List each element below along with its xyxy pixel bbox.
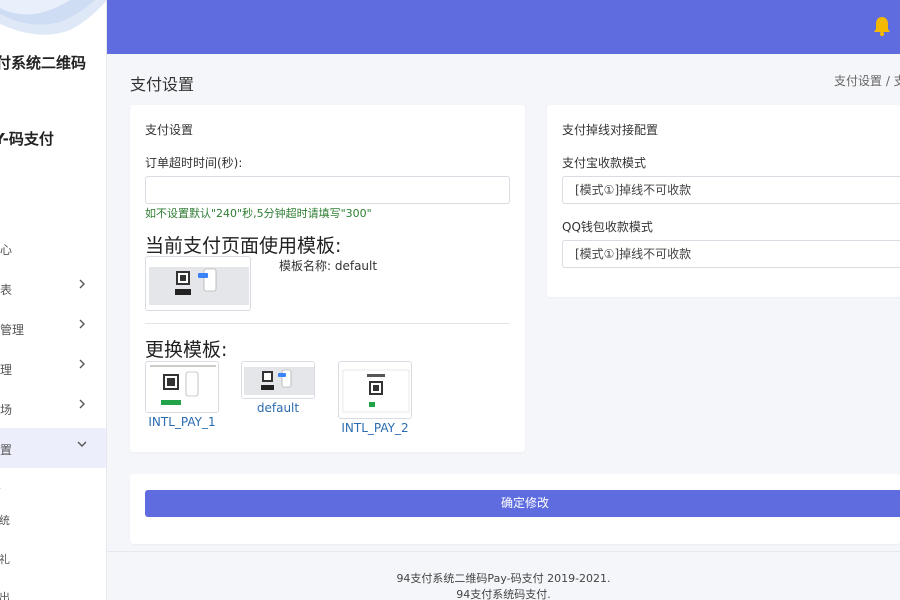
sidebar-subitem-label: 有礼: [0, 553, 10, 566]
change-template-heading: 更换模板:: [145, 339, 228, 361]
current-template-heading: 当前支付页面使用模板:: [145, 235, 342, 257]
footer-subline: 94支付系统码支付.: [456, 588, 551, 600]
alipay-mode-select[interactable]: [模式①]掉线不可收款: [562, 176, 900, 204]
template-thumb-default[interactable]: [241, 361, 315, 399]
pay-offline-config-card: 支付掉线对接配置 支付宝收款模式 [模式①]掉线不可收款 QQ钱包收款模式 [模…: [547, 105, 900, 297]
sidebar-item-label: 设置: [0, 443, 13, 457]
alipay-mode-label: 支付宝收款模式: [562, 156, 647, 170]
chevron-right-icon: [79, 359, 85, 369]
sidebar-subitem-label: 退出: [0, 591, 10, 600]
sidebar-subitem-label: 置: [0, 476, 1, 492]
timeout-input[interactable]: [145, 176, 510, 204]
confirm-button[interactable]: 确定修改: [145, 490, 900, 517]
footer-copyright: 94支付系统二维码Pay-码支付 2019-2021.: [396, 572, 611, 585]
sidebar-item-label: 管理: [0, 363, 13, 377]
card-title: 支付掉线对接配置: [562, 123, 659, 137]
template-label[interactable]: INTL_PAY_1: [145, 415, 219, 429]
sidebar-item-label: 列表: [0, 283, 13, 297]
qq-wallet-mode-label: QQ钱包收款模式: [562, 220, 653, 234]
current-template-preview: [145, 256, 251, 311]
sidebar-item-settings[interactable]: 设置: [0, 428, 106, 468]
chevron-right-icon: [79, 319, 85, 329]
sidebar-item-label: 中心: [0, 243, 13, 257]
sidebar-item-label: 码管理: [0, 323, 25, 337]
brand-title: 付系统二维码: [0, 54, 87, 72]
sidebar-item-market[interactable]: 市场: [0, 388, 106, 428]
template-thumb-intl-pay-2[interactable]: [338, 361, 412, 419]
wave-decoration: [0, 0, 106, 35]
qq-wallet-mode-select[interactable]: [模式①]掉线不可收款: [562, 240, 900, 268]
breadcrumb[interactable]: 支付设置 / 支: [834, 72, 900, 89]
footer: 94支付系统二维码Pay-码支付 2019-2021. 94支付系统码支付.: [107, 551, 900, 600]
timeout-hint: 如不设置默认"240"秒,5分钟超时请填写"300": [145, 207, 372, 220]
current-template-name: 模板名称: default: [279, 259, 378, 273]
pay-settings-card: 支付设置 订单超时时间(秒): 如不设置默认"240"秒,5分钟超时请填写"30…: [130, 105, 525, 452]
page-title: 支付设置: [130, 75, 195, 94]
divider: [145, 323, 510, 324]
sidebar-item-label: 市场: [0, 403, 13, 417]
sidebar-item-code-manage[interactable]: 码管理: [0, 308, 106, 348]
template-label[interactable]: INTL_PAY_2: [338, 421, 412, 435]
sidebar-item-center[interactable]: 中心: [0, 228, 106, 268]
template-thumb-intl-pay-1[interactable]: [145, 361, 219, 413]
sidebar-item-list[interactable]: 列表: [0, 268, 106, 308]
timeout-label: 订单超时时间(秒):: [145, 156, 243, 170]
sidebar-subitem-label: 系统: [0, 514, 10, 527]
top-bar: [107, 0, 900, 54]
card-title: 支付设置: [145, 123, 194, 137]
sidebar-item-manage[interactable]: 管理: [0, 348, 106, 388]
chevron-right-icon: [79, 279, 85, 289]
chevron-right-icon: [79, 399, 85, 409]
brand-subtitle: Y-码支付: [0, 130, 54, 148]
template-label[interactable]: default: [241, 401, 315, 415]
sidebar: 付系统二维码 Y-码支付 中心 列表 码管理 管理 市场 设置 置 系统 有礼 …: [0, 0, 107, 600]
bell-icon[interactable]: [872, 15, 892, 37]
chevron-down-icon: [77, 441, 87, 447]
